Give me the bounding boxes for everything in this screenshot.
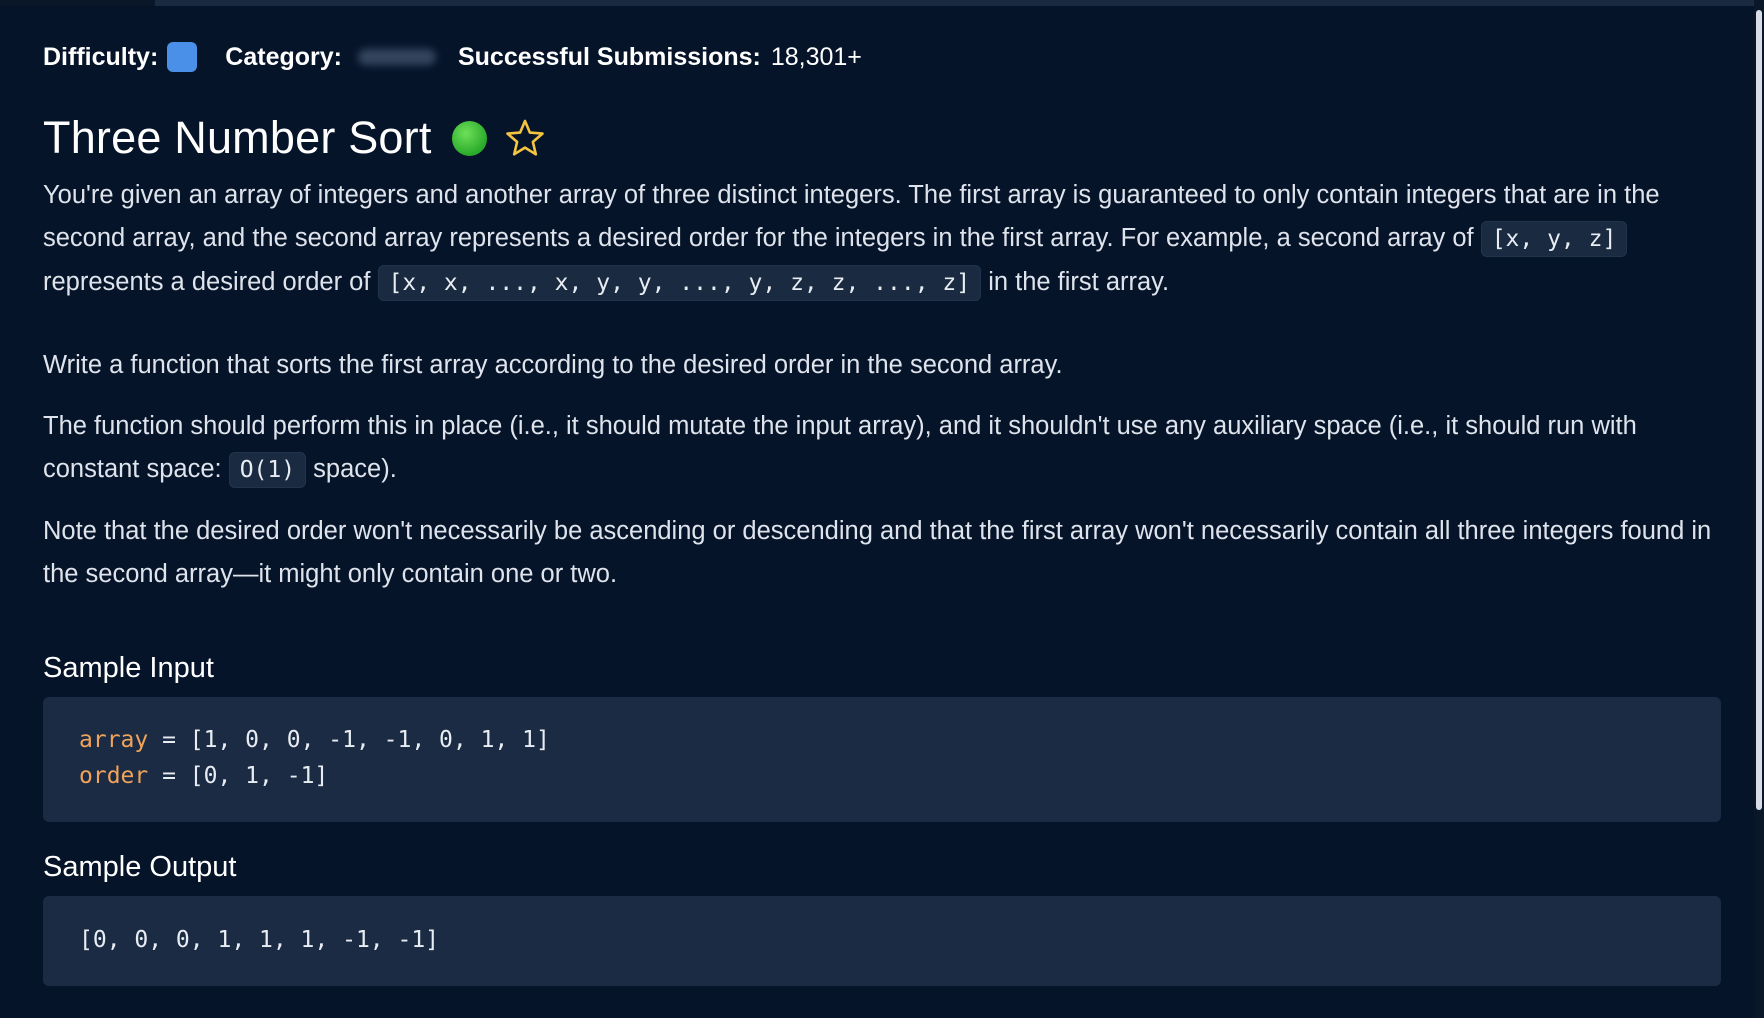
code-line: array = [1, 0, 0, -1, -1, 0, 1, 1] xyxy=(79,722,1721,758)
description-text: space). xyxy=(306,455,397,483)
difficulty-badge xyxy=(167,42,198,72)
code-variable: array xyxy=(79,727,149,753)
description-paragraph-2: Write a function that sorts the first ar… xyxy=(43,351,1063,379)
scrollbar-thumb[interactable] xyxy=(1756,10,1762,810)
inline-code: [x, x, ..., x, y, y, ..., y, z, z, ..., … xyxy=(377,265,982,301)
description-text: You're given an array of integers and an… xyxy=(43,181,1660,252)
inline-code: O(1) xyxy=(228,452,307,488)
submissions-label: Successful Submissions: xyxy=(457,42,761,71)
star-outline-icon[interactable] xyxy=(505,118,545,158)
sample-output-heading: Sample Output xyxy=(43,851,237,883)
description-paragraph-1: You're given an array of integers and an… xyxy=(43,174,1721,305)
completed-dot-icon xyxy=(451,120,487,156)
description-paragraph-3: The function should perform this in plac… xyxy=(43,405,1721,492)
code-text: = [0, 1, -1] xyxy=(148,763,329,789)
top-tab-bar xyxy=(0,0,1764,6)
code-line: [0, 0, 0, 1, 1, 1, -1, -1] xyxy=(79,927,440,953)
active-tab-segment[interactable] xyxy=(0,0,155,6)
difficulty-label: Difficulty: xyxy=(43,42,159,71)
sample-input-heading: Sample Input xyxy=(43,652,214,684)
submissions-value: 18,301+ xyxy=(770,42,862,71)
title-row: Three Number Sort xyxy=(43,112,545,164)
description-text: represents a desired order of xyxy=(43,268,378,296)
code-text: = [1, 0, 0, -1, -1, 0, 1, 1] xyxy=(148,727,550,753)
scrollbar[interactable] xyxy=(1754,0,1764,1018)
description-paragraph-4: Note that the desired order won't necess… xyxy=(43,517,1712,588)
inline-code: [x, y, z] xyxy=(1480,221,1628,257)
description-text: in the first array. xyxy=(981,268,1170,296)
code-variable: order xyxy=(79,763,149,789)
question-meta: Difficulty: Category: Successful Submiss… xyxy=(43,42,862,72)
sample-output-code-block: [0, 0, 0, 1, 1, 1, -1, -1] xyxy=(43,896,1721,986)
page-title: Three Number Sort xyxy=(43,112,432,163)
code-line: order = [0, 1, -1] xyxy=(79,758,1721,794)
category-value-blurred xyxy=(357,49,436,65)
category-label: Category: xyxy=(225,42,342,71)
sample-input-code-block: array = [1, 0, 0, -1, -1, 0, 1, 1] order… xyxy=(43,697,1721,822)
